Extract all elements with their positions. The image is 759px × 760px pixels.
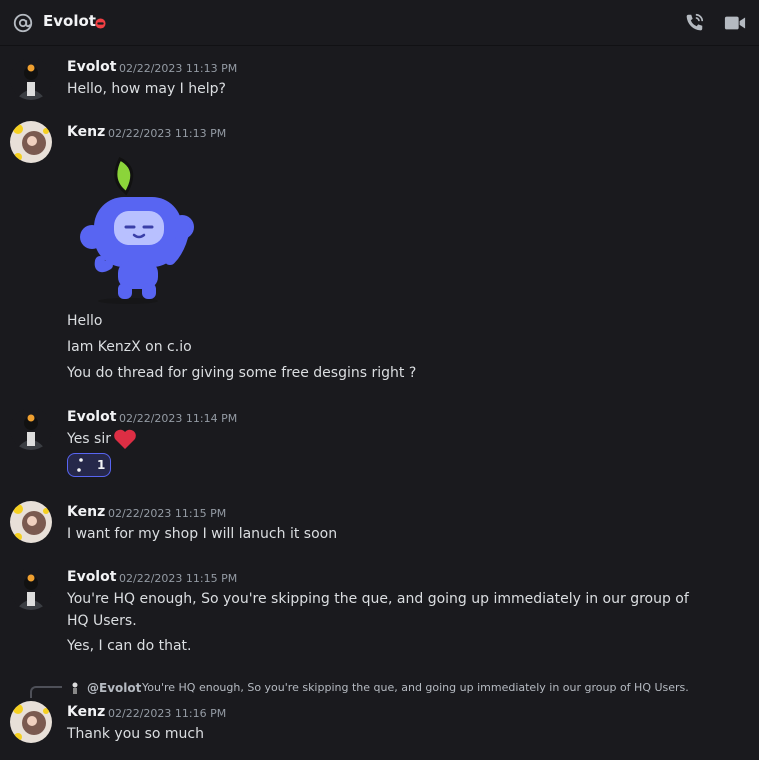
dm-title[interactable]: Evolot <box>43 12 96 30</box>
voice-call-icon[interactable] <box>683 12 705 34</box>
video-call-icon[interactable] <box>724 12 746 34</box>
reply-preview[interactable]: You're HQ enough, So you're skipping the… <box>142 681 689 694</box>
message-evolot-3: Evolot 02/22/2023 11:15 PM You're HQ eno… <box>0 566 759 666</box>
message-author[interactable]: Evolot <box>67 59 116 75</box>
message-author[interactable]: Kenz <box>67 124 105 140</box>
avatar[interactable] <box>10 408 52 450</box>
channel-header: Evolot <box>0 0 759 46</box>
message-author[interactable]: Kenz <box>67 704 105 720</box>
message-text: Hello, how may I help? <box>67 81 226 97</box>
message-text: Yes sir <box>67 431 111 447</box>
avatar[interactable] <box>10 501 52 543</box>
at-icon <box>13 13 33 33</box>
reply-avatar-icon <box>72 682 78 694</box>
message-kenz-1: Kenz 02/22/2023 11:13 PM Hello Iam KenzX… <box>0 121 759 391</box>
message-timestamp: 02/22/2023 11:13 PM <box>119 62 238 75</box>
reaction-emoji-icon <box>77 458 83 472</box>
reply-connector <box>30 686 62 698</box>
message-text: Thank you so much <box>67 726 204 742</box>
message-text: You're HQ enough, So you're skipping the… <box>67 591 689 629</box>
do-not-disturb-icon <box>95 18 106 29</box>
reply-mention[interactable]: @Evolot <box>87 681 141 695</box>
red-heart-icon <box>114 429 136 449</box>
avatar[interactable] <box>10 701 52 743</box>
message-text: Hello <box>67 313 103 329</box>
reaction-count: 1 <box>97 458 106 472</box>
message-author[interactable]: Evolot <box>67 409 116 425</box>
message-text: Yes, I can do that. <box>67 638 192 654</box>
message-author[interactable]: Evolot <box>67 569 116 585</box>
message-author[interactable]: Kenz <box>67 504 105 520</box>
message-timestamp: 02/22/2023 11:15 PM <box>108 507 227 520</box>
message-evolot-1: Evolot 02/22/2023 11:13 PM Hello, how ma… <box>0 56 759 106</box>
message-evolot-2: Evolot 02/22/2023 11:14 PM Yes sir 1 <box>0 406 759 482</box>
wumpus-sticker[interactable] <box>78 149 208 304</box>
message-text: Iam KenzX on c.io <box>67 339 192 355</box>
avatar[interactable] <box>10 58 52 100</box>
message-timestamp: 02/22/2023 11:15 PM <box>119 572 238 585</box>
message-text: I want for my shop I will lanuch it soon <box>67 526 338 542</box>
avatar[interactable] <box>10 121 52 163</box>
message-kenz-2: Kenz 02/22/2023 11:15 PM I want for my s… <box>0 501 759 551</box>
message-timestamp: 02/22/2023 11:16 PM <box>108 707 227 720</box>
avatar[interactable] <box>10 568 52 610</box>
message-timestamp: 02/22/2023 11:14 PM <box>119 412 238 425</box>
message-timestamp: 02/22/2023 11:13 PM <box>108 127 227 140</box>
message-text: You do thread for giving some free desgi… <box>67 365 417 381</box>
message-kenz-3: Kenz 02/22/2023 11:16 PM Thank you so mu… <box>0 701 759 751</box>
reaction-button[interactable]: 1 <box>67 453 111 477</box>
